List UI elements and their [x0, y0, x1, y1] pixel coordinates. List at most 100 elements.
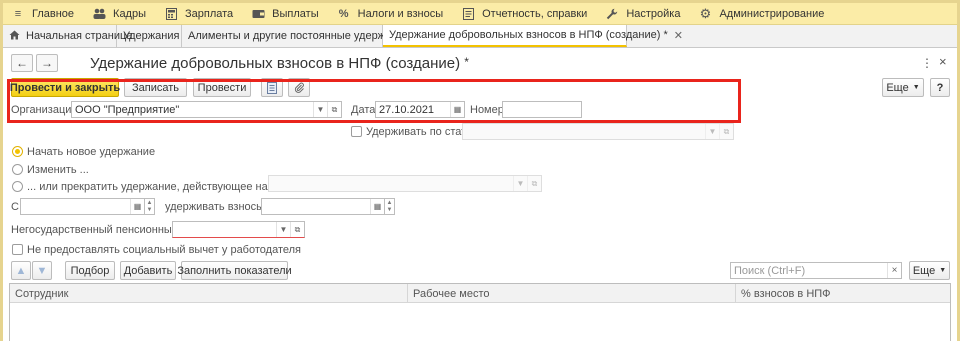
- column-header-employee[interactable]: Сотрудник: [10, 284, 408, 303]
- column-header-workplace[interactable]: Рабочее место: [408, 284, 736, 303]
- open-link-icon[interactable]: ⧉: [719, 124, 733, 139]
- paperclip-icon: [294, 82, 304, 93]
- page-title-text: Удержание добровольных взносов в НПФ (со…: [90, 55, 461, 72]
- clear-search-icon[interactable]: ×: [887, 263, 901, 278]
- menu-item-admin[interactable]: ⚙ Администрирование: [690, 3, 834, 25]
- dropdown-icon[interactable]: ▼: [313, 102, 327, 117]
- table-more-button[interactable]: Еще ▼: [909, 261, 950, 280]
- or-stop-radio[interactable]: [12, 181, 23, 192]
- help-button[interactable]: ?: [930, 78, 950, 97]
- more-button[interactable]: Еще ▼: [882, 78, 924, 97]
- menu-item-taxes[interactable]: % Налоги и взносы: [329, 3, 454, 25]
- tab-home[interactable]: Начальная страница: [3, 25, 132, 47]
- move-down-button[interactable]: ▼: [32, 261, 52, 280]
- home-icon: [9, 30, 20, 43]
- document-form: ← → Удержание добровольных взносов в НПФ…: [3, 48, 957, 341]
- organization-value: ООО "Предприятие": [75, 103, 180, 116]
- menu-item-hr[interactable]: Кадры: [84, 3, 156, 25]
- social-deduction-checkbox[interactable]: [12, 244, 23, 255]
- from-date-field[interactable]: ▦: [20, 198, 145, 215]
- date-value: 27.10.2021: [379, 103, 435, 116]
- main-menu: ≡ Главное Кадры Зарплата Выплаты % Налоги …: [3, 3, 957, 25]
- journal-icon: [267, 81, 277, 94]
- up-arrow-icon[interactable]: ▲: [147, 200, 153, 207]
- arrow-down-icon: ▼: [36, 264, 48, 277]
- tab-label: Удержание добровольных взносов в НПФ (со…: [389, 29, 668, 41]
- start-new-radio[interactable]: [12, 146, 23, 157]
- search-input[interactable]: Поиск (Ctrl+F) ×: [730, 262, 902, 279]
- tab-alimony[interactable]: Алименты и другие постоянные удержания ✕: [182, 25, 425, 47]
- post-button[interactable]: Провести: [193, 78, 251, 97]
- post-and-close-button[interactable]: Провести и закрыть: [10, 78, 120, 97]
- calendar-icon[interactable]: ▦: [370, 199, 384, 214]
- users-icon: [92, 7, 106, 21]
- to-date-field[interactable]: ▦: [261, 198, 385, 215]
- add-button[interactable]: Добавить: [120, 261, 176, 280]
- pick-button[interactable]: Подбор: [65, 261, 115, 280]
- tab-label: Алименты и другие постоянные удержания: [188, 30, 410, 42]
- employees-table[interactable]: Сотрудник Рабочее место % взносов в НПФ: [9, 283, 951, 341]
- chevron-down-icon: ▼: [912, 84, 920, 91]
- menu-item-salary[interactable]: Зарплата: [156, 3, 243, 25]
- down-arrow-icon[interactable]: ▼: [147, 207, 153, 214]
- back-button[interactable]: ←: [11, 54, 33, 72]
- wallet-icon: [251, 7, 265, 21]
- menu-item-label: Налоги и взносы: [357, 7, 444, 20]
- menu-item-settings[interactable]: Настройка: [597, 3, 690, 25]
- by-article-checkbox[interactable]: [351, 126, 362, 137]
- app-window: ≡ Главное Кадры Зарплата Выплаты % Налоги …: [0, 0, 960, 341]
- change-radio[interactable]: [12, 164, 23, 175]
- table-more-label: Еще: [912, 264, 936, 277]
- move-up-button[interactable]: ▲: [11, 261, 31, 280]
- tab-npf-deduction[interactable]: Удержание добровольных взносов в НПФ (со…: [383, 25, 683, 47]
- search-placeholder: Поиск (Ctrl+F): [734, 264, 806, 277]
- menu-item-label: Зарплата: [185, 7, 234, 20]
- attach-button[interactable]: [288, 78, 310, 97]
- open-link-icon[interactable]: ⧉: [290, 222, 304, 237]
- down-arrow-icon[interactable]: ▼: [387, 207, 393, 214]
- menu-item-reports[interactable]: Отчетность, справки: [453, 3, 597, 25]
- from-date-stepper[interactable]: ▲ ▼: [145, 198, 155, 215]
- calculator-icon: [164, 7, 178, 21]
- organization-field[interactable]: ООО "Предприятие" ▼ ⧉: [71, 101, 342, 118]
- fill-indicators-button[interactable]: Заполнить показатели: [177, 261, 292, 280]
- menu-item-label: Выплаты: [272, 7, 319, 20]
- open-link-icon[interactable]: ⧉: [527, 176, 541, 191]
- by-article-field[interactable]: ▼ ⧉: [462, 123, 734, 140]
- open-link-icon[interactable]: ⧉: [327, 102, 341, 117]
- page-title: Удержание добровольных взносов в НПФ (со…: [90, 55, 469, 72]
- to-date-stepper[interactable]: ▲ ▼: [385, 198, 395, 215]
- tab-deductions[interactable]: Удержания: [117, 25, 182, 47]
- column-header-npf-percent[interactable]: % взносов в НПФ: [736, 284, 950, 303]
- wrench-icon: [605, 7, 619, 21]
- register-icon-button[interactable]: [261, 78, 283, 97]
- calendar-icon[interactable]: ▦: [130, 199, 144, 214]
- tab-label: Удержания: [123, 30, 180, 42]
- calendar-icon[interactable]: ▦: [450, 102, 464, 117]
- close-tab-icon[interactable]: ✕: [674, 29, 683, 42]
- percent-icon: %: [338, 7, 349, 20]
- date-field[interactable]: 27.10.2021 ▦: [375, 101, 465, 118]
- more-vertical-icon[interactable]: ⋮: [921, 56, 933, 70]
- up-arrow-icon[interactable]: ▲: [387, 200, 393, 207]
- fund-field[interactable]: ▼ ⧉: [172, 221, 305, 238]
- gear-icon: ⚙: [699, 5, 712, 21]
- base-document-field[interactable]: ▼ ⧉: [268, 175, 542, 192]
- menu-item-label: Главное: [32, 7, 75, 20]
- arrow-right-icon: →: [41, 56, 53, 70]
- organization-label: Организация:: [11, 104, 81, 116]
- more-label: Еще: [886, 81, 909, 94]
- arrow-up-icon: ▲: [15, 264, 27, 277]
- close-icon[interactable]: ×: [939, 54, 947, 69]
- forward-button[interactable]: →: [36, 54, 58, 72]
- menu-item-label: Администрирование: [719, 7, 825, 20]
- number-field[interactable]: [502, 101, 582, 118]
- dropdown-icon[interactable]: ▼: [705, 124, 719, 139]
- save-button[interactable]: Записать: [124, 78, 187, 97]
- menu-item-payments[interactable]: Выплаты: [243, 3, 328, 25]
- menu-item-main[interactable]: ≡ Главное: [3, 3, 84, 25]
- dropdown-icon[interactable]: ▼: [513, 176, 527, 191]
- dropdown-icon[interactable]: ▼: [276, 222, 290, 237]
- report-icon: [461, 7, 475, 21]
- arrow-left-icon: ←: [16, 56, 28, 70]
